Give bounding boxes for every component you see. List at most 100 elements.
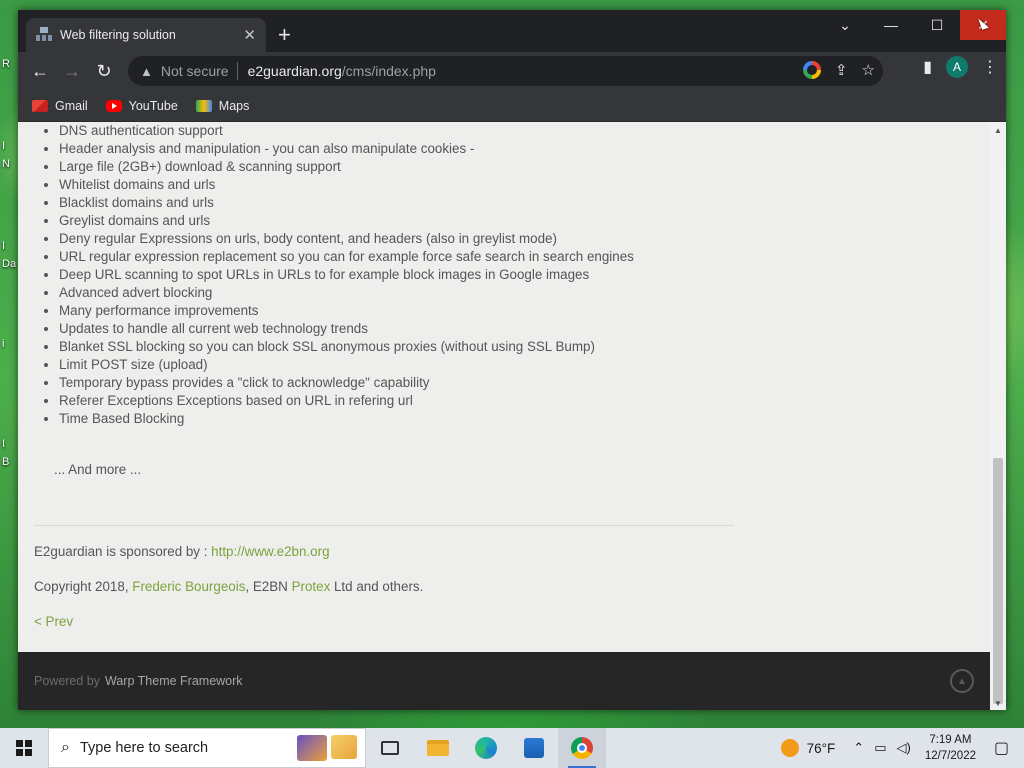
footer-prefix: Powered by [34,674,101,688]
system-tray: 76°F ⌃ ▭ ◁) 7:19 AM 12/7/2022 ▢ [780,728,1024,768]
desktop-icon-label[interactable]: Da [2,258,16,270]
scrollbar-thumb[interactable] [993,458,1003,704]
chevron-up-icon[interactable]: ⌃ [853,740,864,756]
gmail-icon [32,99,48,112]
prev-line: < Prev [34,614,754,629]
copyright-suffix: Ltd and others. [330,579,424,594]
scroll-to-top-button[interactable]: ▲ [950,669,974,693]
list-item: Greylist domains and urls [59,212,754,230]
minimize-button[interactable]: — [868,10,914,40]
desktop-icon-label[interactable]: R [2,58,10,70]
network-icon[interactable]: ▭ [874,740,886,756]
copyright-prefix: Copyright 2018, [34,579,133,594]
close-tab-icon[interactable]: ✕ [243,26,256,44]
clock[interactable]: 7:19 AM 12/7/2022 [925,732,976,764]
prev-link[interactable]: < Prev [34,614,73,629]
list-item: URL regular expression replacement so yo… [59,248,754,266]
address-bar[interactable]: ▲ Not secure e2guardian.org/cms/index.ph… [128,56,883,86]
page-footer: Powered by Warp Theme Framework ▲ [18,652,990,710]
folder-icon [427,740,449,756]
company-link[interactable]: Protex [292,579,331,594]
desktop-icon-label[interactable]: I [2,438,5,450]
browser-toolbar: ← → ↻ ▲ Not secure e2guardian.org/cms/in… [18,52,1006,90]
search-placeholder: Type here to search [79,740,209,756]
youtube-icon [105,99,122,112]
bookmark-label: Maps [218,98,250,113]
author-link[interactable]: Frederic Bourgeois [132,579,245,594]
edge-button[interactable] [462,728,510,768]
menu-icon[interactable]: ⋮ [982,57,998,77]
sponsor-line: E2guardian is sponsored by : http://www.… [34,544,754,559]
desktop-icon-label[interactable]: B [2,456,9,468]
weather-widget[interactable]: 76°F [780,739,835,757]
windows-logo-icon [16,740,32,756]
security-label[interactable]: Not secure [161,63,229,79]
profile-avatar[interactable]: A [946,56,968,78]
search-highlight-art[interactable] [297,735,357,761]
bookmark-gmail[interactable]: Gmail [32,99,88,113]
feature-list: DNS authentication support Header analys… [34,122,754,428]
task-view-icon [381,741,399,755]
bookmark-maps[interactable]: Maps [195,98,250,113]
bookmark-label: Gmail [55,98,88,113]
back-button[interactable]: ← [24,55,56,87]
sponsor-text: E2guardian is sponsored by : [34,544,212,559]
store-icon [524,738,544,758]
list-item: Blacklist domains and urls [59,194,754,212]
notification-icon[interactable]: ▢ [994,738,1024,758]
scroll-down-arrow-icon[interactable]: ▼ [994,699,1002,708]
page-viewport: DNS authentication support Header analys… [18,122,990,710]
clock-date: 12/7/2022 [924,750,976,762]
new-tab-button[interactable]: + [278,24,291,46]
list-item: Temporary bypass provides a "click to ac… [59,374,754,392]
desktop-icon-label[interactable]: i [2,338,4,350]
list-item: Deep URL scanning to spot URLs in URLs t… [59,266,754,284]
network-icon [36,27,52,43]
bookmark-youtube[interactable]: YouTube [105,99,178,113]
list-item: Blanket SSL blocking so you can block SS… [59,338,754,356]
share-icon[interactable]: ⇪ [835,61,848,79]
browser-window: Web filtering solution ✕ + ⌄ — ☐ ✕ ← → ↻… [18,10,1006,710]
warning-icon[interactable]: ▲ [140,64,153,79]
maps-icon [195,99,212,112]
list-item: Many performance improvements [59,302,754,320]
start-button[interactable] [0,728,48,768]
list-item: Time Based Blocking [59,410,754,428]
google-icon[interactable] [802,61,821,79]
page-scrollbar[interactable]: ▲ ▼ [990,122,1006,710]
store-button[interactable] [510,728,558,768]
file-explorer-button[interactable] [414,728,462,768]
tab-strip: Web filtering solution ✕ + ⌄ — ☐ ✕ [18,10,1006,52]
reload-button[interactable]: ↻ [88,55,120,87]
bookmark-star-icon[interactable]: ☆ [862,61,875,79]
content-divider [34,525,734,526]
task-view-button[interactable] [366,728,414,768]
and-more-text: ... And more ... [54,462,142,477]
framework-link[interactable]: Warp Theme Framework [105,674,243,688]
search-icon: ⌕ [61,739,70,756]
list-item: DNS authentication support [59,122,754,140]
chrome-button[interactable] [558,728,606,768]
maximize-button[interactable]: ☐ [914,10,960,40]
volume-icon[interactable]: ◁) [897,740,911,756]
desktop-icon-label[interactable]: N [2,158,10,170]
tab-search-button[interactable]: ⌄ [822,10,868,40]
url-host: e2guardian.org [247,63,342,79]
side-panel-icon[interactable]: ▮ [923,57,932,77]
tab-web-filtering[interactable]: Web filtering solution ✕ [26,18,266,52]
sun-icon [780,739,799,757]
list-item: Updates to handle all current web techno… [59,320,754,338]
tab-title: Web filtering solution [60,28,176,42]
list-item: Large file (2GB+) download & scanning su… [59,158,754,176]
list-item: Limit POST size (upload) [59,356,754,374]
list-item: Referer Exceptions Exceptions based on U… [59,392,754,410]
chrome-icon [571,737,593,759]
taskbar-search-box[interactable]: ⌕ Type here to search [48,728,366,768]
desktop-icon-label[interactable]: I [2,240,5,252]
list-item: Deny regular Expressions on urls, body c… [59,230,754,248]
sponsor-link[interactable]: http://www.e2bn.org [211,544,329,559]
list-item: Advanced advert blocking [59,284,754,302]
forward-button[interactable]: → [56,55,88,87]
desktop-icon-label[interactable]: I [2,140,5,152]
scroll-up-arrow-icon[interactable]: ▲ [994,126,1002,135]
